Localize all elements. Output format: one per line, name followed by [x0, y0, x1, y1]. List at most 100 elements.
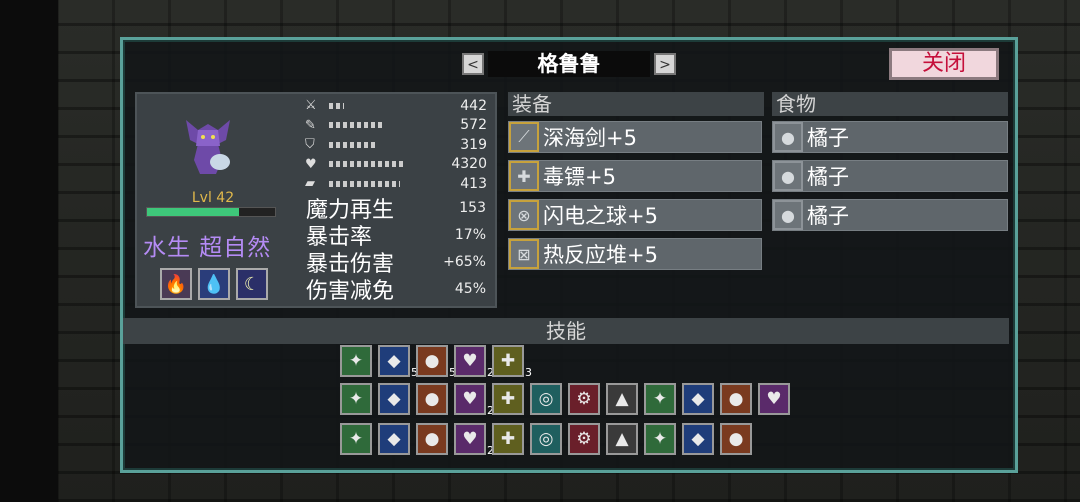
shield-heart-icon[interactable]: ♥ — [758, 383, 790, 415]
sword-icon: ⚔ — [305, 98, 317, 114]
orb-equip-icon: ⊗ — [509, 200, 539, 230]
stat-bar — [329, 141, 431, 148]
next-character-button[interactable]: > — [654, 53, 676, 75]
stat-bar — [329, 161, 431, 168]
extra-stats: 魔力再生 153 暴击率 17% 暴击伤害 +65% 伤害减免 45% — [306, 194, 486, 304]
extra-stat-row: 魔力再生 153 — [306, 194, 486, 223]
moon-icon[interactable]: ☾ — [236, 268, 268, 300]
extra-stat-row: 暴击率 17% — [306, 221, 486, 250]
equipment-header: 装备 — [508, 92, 764, 116]
blue-heart-icon[interactable]: ✚ — [492, 383, 524, 415]
extra-stat-label: 伤害减免 — [306, 278, 395, 304]
extra-stat-value: 153 — [459, 199, 486, 216]
hourglass-green-icon[interactable]: ⚙ — [568, 383, 600, 415]
green-heart-small-icon[interactable]: ◆ — [682, 383, 714, 415]
hourglass-orange-icon[interactable]: ◎ — [530, 383, 562, 415]
hp-bar — [146, 207, 276, 217]
fire-beam-icon[interactable]: ♥ 2 — [454, 345, 494, 379]
water-shield-icon[interactable]: 💧 — [198, 268, 230, 300]
stat-row: ✎ 572 — [305, 116, 487, 136]
cyan-ring-icon[interactable]: ◎ — [530, 423, 562, 455]
stat-bar — [329, 180, 431, 187]
red-dot-icon[interactable]: ✦ — [340, 423, 372, 455]
green-figure-icon[interactable]: ✦ — [644, 383, 676, 415]
food-label: 橘子 — [807, 165, 849, 189]
arrow-up-icon[interactable]: ✦ — [644, 423, 676, 455]
sword-equip-icon: ⟋ — [509, 122, 539, 152]
traits-label: 水生 超自然 — [143, 235, 272, 261]
stat-bar-fill — [329, 180, 401, 187]
character-name: 格鲁鲁 — [488, 51, 650, 77]
red-heart-icon[interactable]: ● — [720, 423, 752, 455]
prev-character-button[interactable]: < — [462, 53, 484, 75]
level-label: Lvl 42 — [191, 190, 235, 206]
equipment-label: 毒镖+5 — [543, 165, 616, 189]
stat-bar-fill — [329, 141, 375, 148]
equipment-slot[interactable]: ⟋ 深海剑+5 — [508, 121, 762, 153]
heart-icon: ♥ — [305, 156, 317, 172]
blue-bag-icon[interactable]: ◆ — [378, 423, 410, 455]
yellow-ring-icon[interactable]: ● — [416, 423, 448, 455]
red-sword-icon[interactable]: ● — [720, 383, 752, 415]
stat-value: 413 — [460, 175, 487, 192]
purple-dots-icon[interactable]: ◆ — [682, 423, 714, 455]
extra-stat-value: +65% — [443, 253, 486, 270]
left-edge — [0, 0, 58, 502]
stat-row: ♥ 4320 — [305, 155, 487, 175]
stat-value: 319 — [460, 136, 487, 153]
hp-fill — [147, 208, 240, 216]
stat-row: ⛉ 319 — [305, 135, 487, 155]
gargoyle-portrait-icon — [186, 120, 230, 174]
shield-icon: ⛉ — [305, 137, 315, 153]
food-slot[interactable]: ● 橘子 — [772, 160, 1008, 192]
skills-header: 技能 — [123, 318, 1009, 344]
green-gear-icon[interactable]: ♥ 2 — [454, 423, 494, 457]
food-label: 橘子 — [807, 126, 849, 150]
stat-bar — [329, 122, 431, 129]
wrench-icon: ✎ — [305, 117, 316, 133]
stat-bar-fill — [329, 161, 406, 168]
extra-stat-value: 45% — [454, 280, 486, 297]
food-label: 橘子 — [807, 204, 849, 228]
heart-skull-icon[interactable]: ◆ — [378, 383, 410, 415]
green-heart-icon[interactable]: ♥ 2 — [454, 383, 494, 417]
red-diamond-icon[interactable]: ✚ — [492, 423, 524, 455]
equipment-label: 闪电之球+5 — [543, 204, 658, 228]
equipment-slot[interactable]: ✚ 毒镖+5 — [508, 160, 762, 192]
skills-row-3: ✦ ◆ ● ♥ 2 ✚ ◎ ⚙ ▲ ✦ ◆ ● — [340, 423, 752, 457]
orange-food-icon: ● — [773, 161, 803, 191]
blue-orbs-icon[interactable]: ▲ — [606, 383, 638, 415]
stat-value: 4320 — [451, 156, 487, 173]
orange-food-icon: ● — [773, 122, 803, 152]
close-button[interactable]: 关闭 — [889, 48, 999, 80]
blade-icon[interactable]: ✦ — [340, 383, 372, 415]
fire-arrow-icon[interactable]: 🔥 — [160, 268, 192, 300]
rain-icon[interactable]: ◆ 5 — [378, 345, 418, 379]
equipment-slot[interactable]: ⊗ 闪电之球+5 — [508, 199, 762, 231]
equipment-slot[interactable]: ⊠ 热反应堆+5 — [508, 238, 762, 270]
food-slot[interactable]: ● 橘子 — [772, 199, 1008, 231]
slash-icon[interactable]: ✦ — [340, 345, 372, 377]
extra-stat-row: 伤害减免 45% — [306, 275, 486, 304]
skill-count: 3 — [525, 366, 532, 379]
wave-icon[interactable]: ✚ 3 — [492, 345, 532, 379]
equipment-label: 深海剑+5 — [543, 126, 637, 150]
food-header: 食物 — [772, 92, 1008, 116]
stat-value: 442 — [460, 97, 487, 114]
title-bar: < 格鲁鲁 > — [462, 50, 676, 78]
stat-value: 572 — [460, 117, 487, 134]
orange-food-icon: ● — [773, 200, 803, 230]
green-demon-icon[interactable]: ⚙ — [568, 423, 600, 455]
stat-bar-fill — [329, 122, 386, 129]
extra-stat-value: 17% — [454, 226, 486, 243]
double-heart-icon[interactable]: ● — [416, 383, 448, 415]
red-blob-icon[interactable]: ▲ — [606, 423, 638, 455]
extra-stat-row: 暴击伤害 +65% — [306, 248, 486, 277]
equipment-label: 热反应堆+5 — [543, 243, 658, 267]
stat-bar — [329, 102, 431, 109]
skills-row-2: ✦ ◆ ● ♥ 2 ✚ ◎ ⚙ ▲ ✦ ◆ ● ♥ — [340, 383, 790, 417]
reactor-equip-icon: ⊠ — [509, 239, 539, 269]
dart-equip-icon: ✚ — [509, 161, 539, 191]
orb-icon[interactable]: ● 5 — [416, 345, 456, 379]
food-slot[interactable]: ● 橘子 — [772, 121, 1008, 153]
